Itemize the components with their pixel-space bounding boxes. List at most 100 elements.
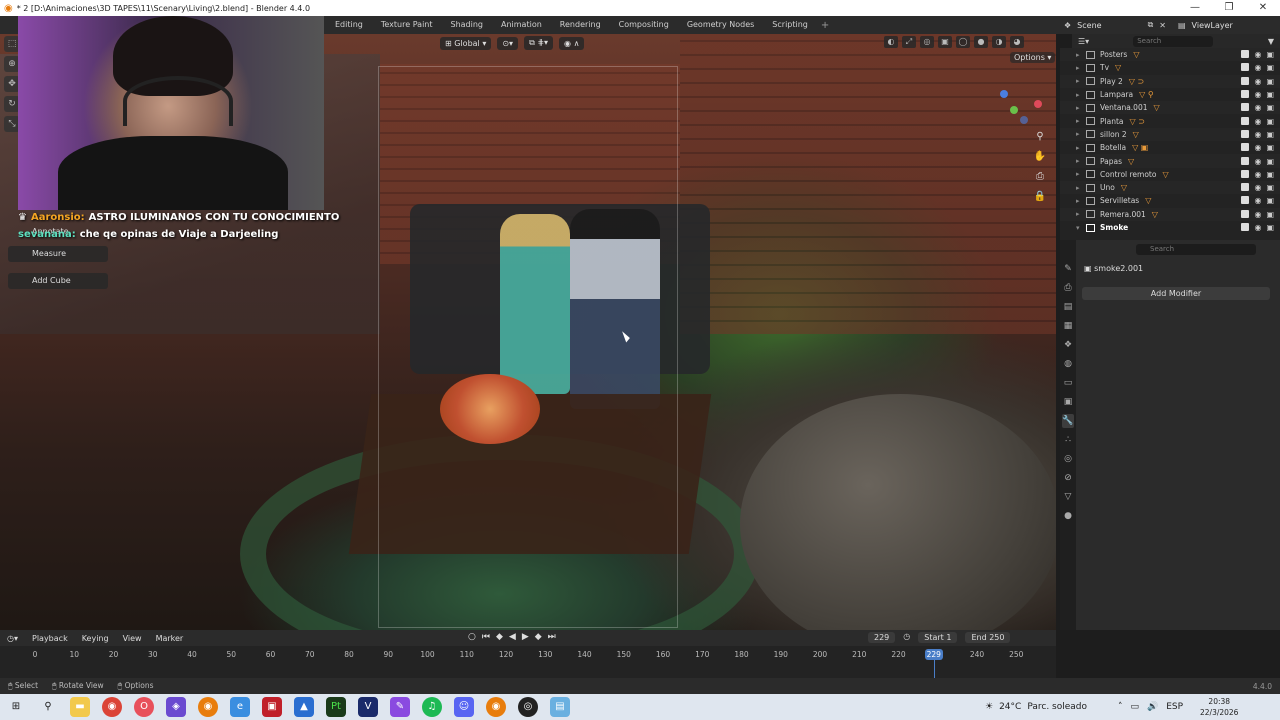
scene-icon[interactable]: ❖ xyxy=(1064,21,1071,30)
outliner-row[interactable]: ▸ Planta ▽ ⊃ ◉ ▣ xyxy=(1060,114,1280,127)
render-camera-icon[interactable]: ▣ xyxy=(1266,223,1274,232)
close-button[interactable]: ✕ xyxy=(1246,0,1280,16)
eye-icon[interactable]: ◉ xyxy=(1254,103,1261,112)
record-icon[interactable]: ○ xyxy=(468,632,476,642)
exclude-checkbox[interactable] xyxy=(1241,50,1250,59)
eye-icon[interactable]: ◉ xyxy=(1254,50,1261,59)
measure-tool[interactable]: Measure xyxy=(8,246,108,262)
expand-icon[interactable]: ▸ xyxy=(1076,64,1086,72)
start-frame-field[interactable]: Start 1 xyxy=(918,632,958,643)
add-workspace-icon[interactable]: + xyxy=(817,20,833,31)
eye-icon[interactable]: ◉ xyxy=(1254,183,1261,192)
timeline-track[interactable]: 0 10 20 30 40 50 60 70 80 90 100 110 120 130 140 150 160… xyxy=(0,646,1056,678)
vegas-icon[interactable]: V xyxy=(358,697,378,717)
photos-icon[interactable]: ▲ xyxy=(294,697,314,717)
pycharm-icon[interactable]: Pt xyxy=(326,697,346,717)
opera-icon[interactable]: O xyxy=(134,697,154,717)
render-camera-icon[interactable]: ▣ xyxy=(1266,103,1274,112)
exclude-checkbox[interactable] xyxy=(1241,169,1250,178)
object-name[interactable]: Papas xyxy=(1100,157,1122,166)
outliner-row[interactable]: ▾ Smoke ◉ ▣ xyxy=(1060,221,1280,234)
expand-icon[interactable]: ▸ xyxy=(1076,51,1086,59)
taskbar-clock[interactable]: 20:38 22/3/2026 xyxy=(1200,696,1238,718)
x-axis-icon[interactable] xyxy=(1034,100,1042,108)
eye-icon[interactable]: ◉ xyxy=(1254,170,1261,179)
render-camera-icon[interactable]: ▣ xyxy=(1266,210,1274,219)
outliner-row[interactable]: ▸ Botella ▽ ▣ ◉ ▣ xyxy=(1060,141,1280,154)
zoom-icon[interactable]: ⚲ xyxy=(1033,130,1047,144)
expand-icon[interactable]: ▸ xyxy=(1076,170,1086,178)
neg-z-axis-icon[interactable] xyxy=(1020,116,1028,124)
tab-compositing[interactable]: Compositing xyxy=(610,16,678,34)
scene-tab-icon[interactable]: ❖ xyxy=(1062,338,1074,352)
blender-running-icon[interactable]: ◉ xyxy=(486,697,506,717)
object-name[interactable]: Control remoto xyxy=(1100,170,1156,179)
exclude-checkbox[interactable] xyxy=(1241,129,1250,138)
rendered-shading-icon[interactable]: ◕ xyxy=(1010,36,1024,48)
network-icon[interactable]: ▭ xyxy=(1131,702,1140,712)
menu-playback[interactable]: Playback xyxy=(25,634,75,643)
object-name[interactable]: Botella xyxy=(1100,143,1126,152)
expand-icon[interactable]: ▸ xyxy=(1076,197,1086,205)
render-camera-icon[interactable]: ▣ xyxy=(1266,130,1274,139)
visibility-icon[interactable]: ◐ xyxy=(884,36,898,48)
object-name[interactable]: Play 2 xyxy=(1100,77,1123,86)
outliner-search-input[interactable]: Search xyxy=(1133,35,1214,47)
outliner-row[interactable]: ▸ Remera.001 ▽ ◉ ▣ xyxy=(1060,207,1280,221)
render-camera-icon[interactable]: ▣ xyxy=(1266,63,1274,72)
weather-widget[interactable]: ☀ 24°C Parc. soleado xyxy=(985,702,1087,712)
viewport-options-button[interactable]: Options ▾ xyxy=(1010,52,1056,63)
overlay-icon[interactable]: ◎ xyxy=(920,36,934,48)
object-name[interactable]: Uno xyxy=(1100,183,1115,192)
exclude-checkbox[interactable] xyxy=(1241,209,1250,218)
gizmo-icon[interactable]: ⤢ xyxy=(902,36,916,48)
expand-icon[interactable]: ▸ xyxy=(1076,117,1086,125)
menu-view[interactable]: View xyxy=(116,634,149,643)
file-explorer-icon[interactable]: ▬ xyxy=(70,697,90,717)
physics-tab-icon[interactable]: ◎ xyxy=(1062,452,1074,466)
collection-tab-icon[interactable]: ▭ xyxy=(1062,376,1074,390)
end-frame-field[interactable]: End 250 xyxy=(965,632,1011,643)
outliner-row[interactable]: ▸ Control remoto ▽ ◉ ▣ xyxy=(1060,168,1280,181)
expand-icon[interactable]: ▸ xyxy=(1076,130,1086,138)
orientation-dropdown[interactable]: ⊞ Global ▾ xyxy=(440,36,492,50)
y-axis-icon[interactable] xyxy=(1010,106,1018,114)
timeline-playhead[interactable]: 229 xyxy=(924,649,943,660)
outliner-row[interactable]: ▸ Play 2 ▽ ⊃ ◉ ▣ xyxy=(1060,74,1280,88)
proportional-edit-icon[interactable]: ◉ ∧ xyxy=(559,36,585,50)
outliner-row[interactable]: ▸ Uno ▽ ◉ ▣ xyxy=(1060,180,1280,195)
delete-scene-icon[interactable]: ✕ xyxy=(1159,21,1166,30)
render-camera-icon[interactable]: ▣ xyxy=(1266,117,1274,126)
material-shading-icon[interactable]: ◑ xyxy=(992,36,1006,48)
edge-icon[interactable]: e xyxy=(230,697,250,717)
language-indicator[interactable]: ESP xyxy=(1166,702,1183,712)
outliner-row[interactable]: ▸ Posters ▽ ◉ ▣ xyxy=(1060,48,1280,62)
exclude-checkbox[interactable] xyxy=(1241,63,1250,72)
search-icon[interactable]: ⚲ xyxy=(38,697,58,717)
tab-rendering[interactable]: Rendering xyxy=(551,16,610,34)
eye-icon[interactable]: ◉ xyxy=(1254,63,1261,72)
notepad-icon[interactable]: ▤ xyxy=(550,697,570,717)
current-frame-field[interactable]: 229 xyxy=(868,632,896,643)
exclude-checkbox[interactable] xyxy=(1241,156,1250,165)
outliner-row[interactable]: ▸ Servilletas ▽ ◉ ▣ xyxy=(1060,194,1280,207)
volume-icon[interactable]: 🔊 xyxy=(1147,702,1158,712)
object-name[interactable]: Posters xyxy=(1100,50,1127,59)
paint-icon[interactable]: ✎ xyxy=(390,697,410,717)
exclude-checkbox[interactable] xyxy=(1241,90,1250,99)
object-name[interactable]: Tv xyxy=(1100,63,1109,72)
tool-tab-icon[interactable]: ✎ xyxy=(1062,262,1074,276)
play-reverse-icon[interactable]: ◀ xyxy=(509,632,516,642)
prev-keyframe-icon[interactable]: ◆ xyxy=(496,632,503,642)
render-camera-icon[interactable]: ▣ xyxy=(1266,50,1274,59)
filter-icon[interactable]: ▼ xyxy=(1268,37,1274,46)
discord-icon[interactable]: ☺ xyxy=(454,697,474,717)
data-tab-icon[interactable]: ▽ xyxy=(1062,490,1074,504)
view-layer-selector[interactable]: ViewLayer xyxy=(1192,21,1233,30)
display-mode-icon[interactable]: ☰▾ xyxy=(1078,37,1089,46)
expand-icon[interactable]: ▸ xyxy=(1076,77,1086,85)
eye-icon[interactable]: ◉ xyxy=(1254,77,1261,86)
world-tab-icon[interactable]: ◍ xyxy=(1062,357,1074,371)
new-scene-icon[interactable]: ⧉ xyxy=(1148,20,1154,30)
next-keyframe-icon[interactable]: ◆ xyxy=(535,632,542,642)
